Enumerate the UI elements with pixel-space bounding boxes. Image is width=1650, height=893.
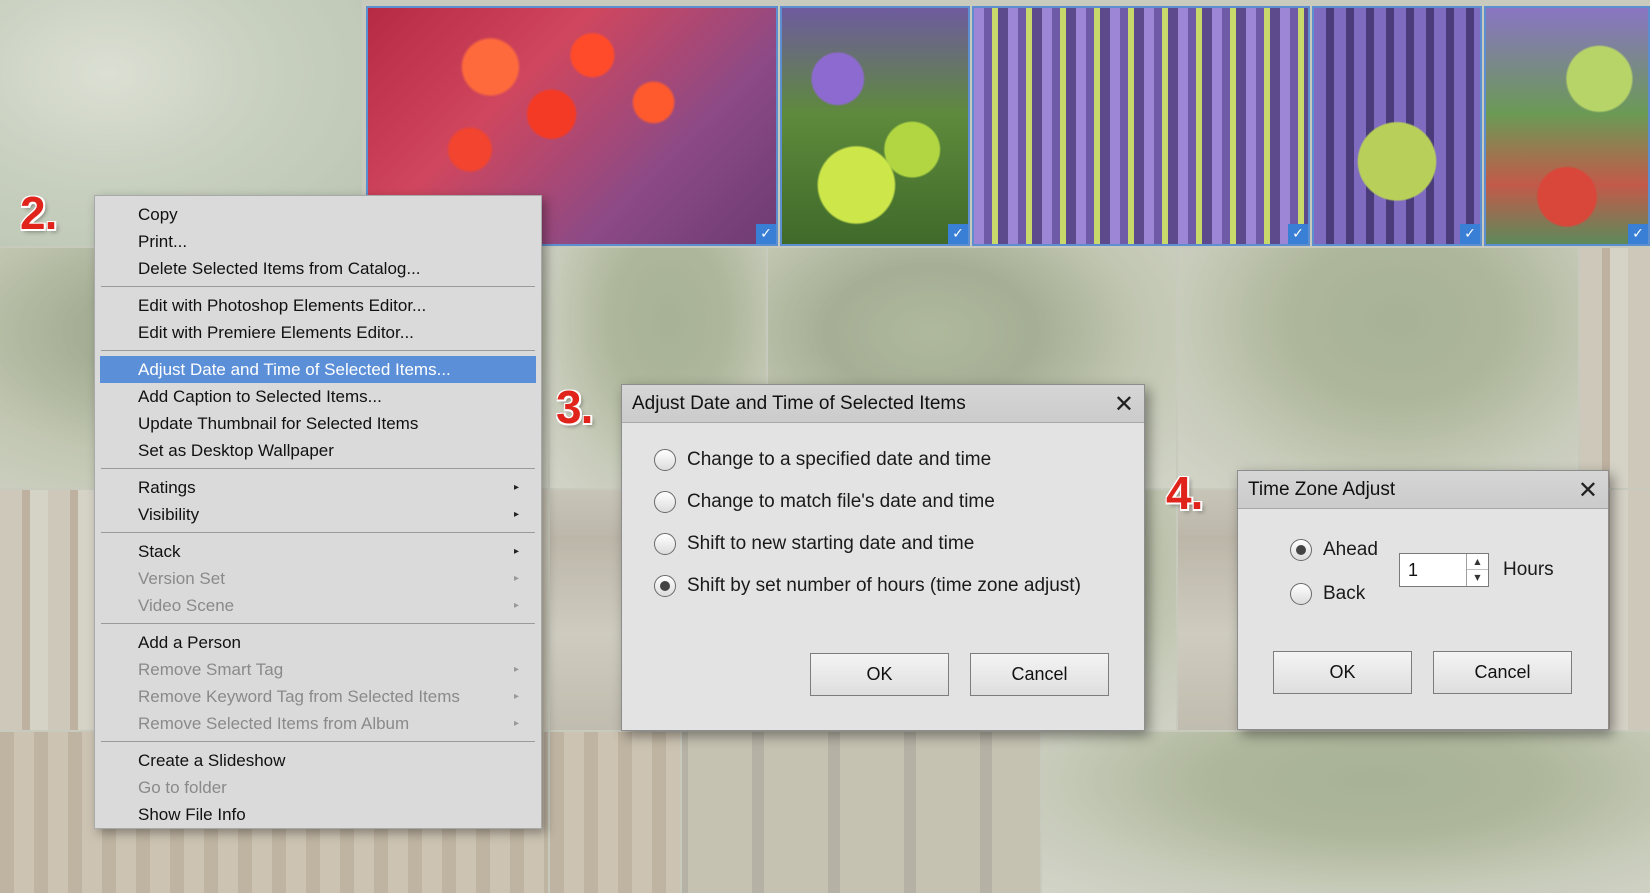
menu-item-label: Edit with Photoshop Elements Editor... xyxy=(138,296,427,315)
adjust-date-time-dialog: Adjust Date and Time of Selected Items ✕… xyxy=(621,384,1145,731)
cancel-button[interactable]: Cancel xyxy=(1433,651,1572,694)
checkmark-icon[interactable]: ✓ xyxy=(1460,224,1480,244)
submenu-arrow-icon: ▸ xyxy=(513,546,519,557)
menu-item-edit-with-premiere-elements-editor[interactable]: Edit with Premiere Elements Editor... xyxy=(95,319,541,346)
menu-item-label: Add a Person xyxy=(138,633,242,652)
submenu-arrow-icon: ▸ xyxy=(513,509,519,520)
back-label: Back xyxy=(1323,583,1366,604)
close-icon[interactable]: ✕ xyxy=(1578,471,1598,509)
option-label: Shift by set number of hours (time zone … xyxy=(687,575,1081,596)
dialog-title: Time Zone Adjust xyxy=(1248,479,1396,500)
menu-item-label: Print... xyxy=(138,232,188,251)
radio-button[interactable] xyxy=(654,449,676,471)
option-label: Change to a specified date and time xyxy=(687,449,992,470)
submenu-arrow-icon: ▸ xyxy=(513,482,519,493)
checkmark-icon[interactable]: ✓ xyxy=(1628,224,1648,244)
hours-label: Hours xyxy=(1503,559,1554,580)
menu-item-set-as-desktop-wallpaper[interactable]: Set as Desktop Wallpaper xyxy=(95,437,541,464)
dialog-title: Adjust Date and Time of Selected Items xyxy=(632,393,966,414)
menu-item-add-a-person[interactable]: Add a Person xyxy=(95,629,541,656)
option-label: Shift to new starting date and time xyxy=(687,533,975,554)
menu-item-remove-selected-items-from-album: Remove Selected Items from Album ▸ xyxy=(95,710,541,737)
dialog-title-bar[interactable]: Time Zone Adjust ✕ xyxy=(1238,471,1608,509)
hours-stepper[interactable]: 1 ▲ ▼ xyxy=(1399,553,1489,587)
submenu-arrow-icon: ▸ xyxy=(513,664,519,675)
submenu-arrow-icon: ▸ xyxy=(513,573,519,584)
thumbnail-wisteria-3-selected[interactable]: ✓ xyxy=(1312,6,1482,246)
menu-item-label: Set as Desktop Wallpaper xyxy=(138,441,334,460)
stepper-up-icon[interactable]: ▲ xyxy=(1467,554,1488,570)
step-label-3: 3. xyxy=(556,381,593,433)
menu-item-ratings[interactable]: Ratings ▸ xyxy=(95,474,541,501)
menu-item-label: Add Caption to Selected Items... xyxy=(138,387,382,406)
menu-item-add-caption-to-selected-items[interactable]: Add Caption to Selected Items... xyxy=(95,383,541,410)
menu-item-label: Delete Selected Items from Catalog... xyxy=(138,259,421,278)
menu-separator xyxy=(101,350,535,351)
submenu-arrow-icon: ▸ xyxy=(513,600,519,611)
menu-item-version-set: Version Set ▸ xyxy=(95,565,541,592)
menu-item-copy[interactable]: Copy xyxy=(95,201,541,228)
menu-separator xyxy=(101,741,535,742)
menu-separator xyxy=(101,286,535,287)
menu-item-label: Ratings xyxy=(138,478,196,497)
radio-button[interactable] xyxy=(1290,583,1312,605)
menu-item-video-scene: Video Scene ▸ xyxy=(95,592,541,619)
menu-item-update-thumbnail-for-selected-items[interactable]: Update Thumbnail for Selected Items xyxy=(95,410,541,437)
menu-item-label: Remove Keyword Tag from Selected Items xyxy=(138,687,460,706)
menu-item-show-file-info[interactable]: Show File Info xyxy=(95,801,541,828)
time-zone-adjust-dialog: Time Zone Adjust ✕ Ahead Back 1 ▲ ▼ Hour… xyxy=(1237,470,1609,730)
thumbnail-wisteria-1-selected[interactable]: ✓ xyxy=(780,6,970,246)
close-icon[interactable]: ✕ xyxy=(1114,385,1134,423)
submenu-arrow-icon: ▸ xyxy=(513,691,519,702)
menu-separator xyxy=(101,532,535,533)
checkmark-icon[interactable]: ✓ xyxy=(948,224,968,244)
dialog-title-bar[interactable]: Adjust Date and Time of Selected Items ✕ xyxy=(622,385,1144,423)
submenu-arrow-icon: ▸ xyxy=(513,718,519,729)
ok-button[interactable]: OK xyxy=(1273,651,1412,694)
menu-item-label: Show File Info xyxy=(138,805,246,824)
menu-item-label: Video Scene xyxy=(138,596,235,615)
menu-item-label: Create a Slideshow xyxy=(138,751,286,770)
checkmark-icon[interactable]: ✓ xyxy=(1288,224,1308,244)
menu-item-print[interactable]: Print... xyxy=(95,228,541,255)
radio-button[interactable] xyxy=(654,533,676,555)
menu-item-stack[interactable]: Stack ▸ xyxy=(95,538,541,565)
menu-item-label: Visibility xyxy=(138,505,200,524)
stepper-down-icon[interactable]: ▼ xyxy=(1467,570,1488,586)
cancel-button[interactable]: Cancel xyxy=(970,653,1109,696)
context-menu: Copy Print... Delete Selected Items from C… xyxy=(94,195,542,829)
menu-item-label: Remove Selected Items from Album xyxy=(138,714,410,733)
stepper-buttons: ▲ ▼ xyxy=(1466,554,1488,586)
radio-button[interactable] xyxy=(654,575,676,597)
menu-item-visibility[interactable]: Visibility ▸ xyxy=(95,501,541,528)
menu-item-label: Version Set xyxy=(138,569,225,588)
menu-item-edit-with-photoshop-elements-editor[interactable]: Edit with Photoshop Elements Editor... xyxy=(95,292,541,319)
ok-button[interactable]: OK xyxy=(810,653,949,696)
ahead-label: Ahead xyxy=(1323,539,1378,560)
thumbnail-wisteria-2-selected[interactable]: ✓ xyxy=(972,6,1310,246)
step-label-2: 2. xyxy=(20,187,57,239)
menu-item-label: Go to folder xyxy=(138,778,227,797)
thumbnail-wisteria-4-selected[interactable]: ✓ xyxy=(1484,6,1650,246)
menu-item-label: Remove Smart Tag xyxy=(138,660,284,679)
checkmark-icon[interactable]: ✓ xyxy=(756,224,776,244)
radio-button[interactable] xyxy=(654,491,676,513)
option-label: Change to match file's date and time xyxy=(687,491,995,512)
menu-item-delete-selected-items-from-catalog[interactable]: Delete Selected Items from Catalog... xyxy=(95,255,541,282)
menu-item-label: Stack xyxy=(138,542,181,561)
step-label-4: 4. xyxy=(1166,467,1203,519)
menu-item-adjust-date-and-time-of-selected-items[interactable]: Adjust Date and Time of Selected Items..… xyxy=(100,356,536,383)
menu-separator xyxy=(101,623,535,624)
menu-item-remove-smart-tag: Remove Smart Tag ▸ xyxy=(95,656,541,683)
menu-item-go-to-folder: Go to folder xyxy=(95,774,541,801)
menu-item-label: Copy xyxy=(138,205,178,224)
menu-item-create-a-slideshow[interactable]: Create a Slideshow xyxy=(95,747,541,774)
menu-separator xyxy=(101,468,535,469)
hours-input[interactable]: 1 xyxy=(1408,554,1418,586)
menu-item-label: Update Thumbnail for Selected Items xyxy=(138,414,419,433)
menu-item-label: Adjust Date and Time of Selected Items..… xyxy=(138,360,451,379)
radio-button[interactable] xyxy=(1290,539,1312,561)
menu-item-remove-keyword-tag-from-selected-items: Remove Keyword Tag from Selected Items ▸ xyxy=(95,683,541,710)
menu-item-label: Edit with Premiere Elements Editor... xyxy=(138,323,414,342)
